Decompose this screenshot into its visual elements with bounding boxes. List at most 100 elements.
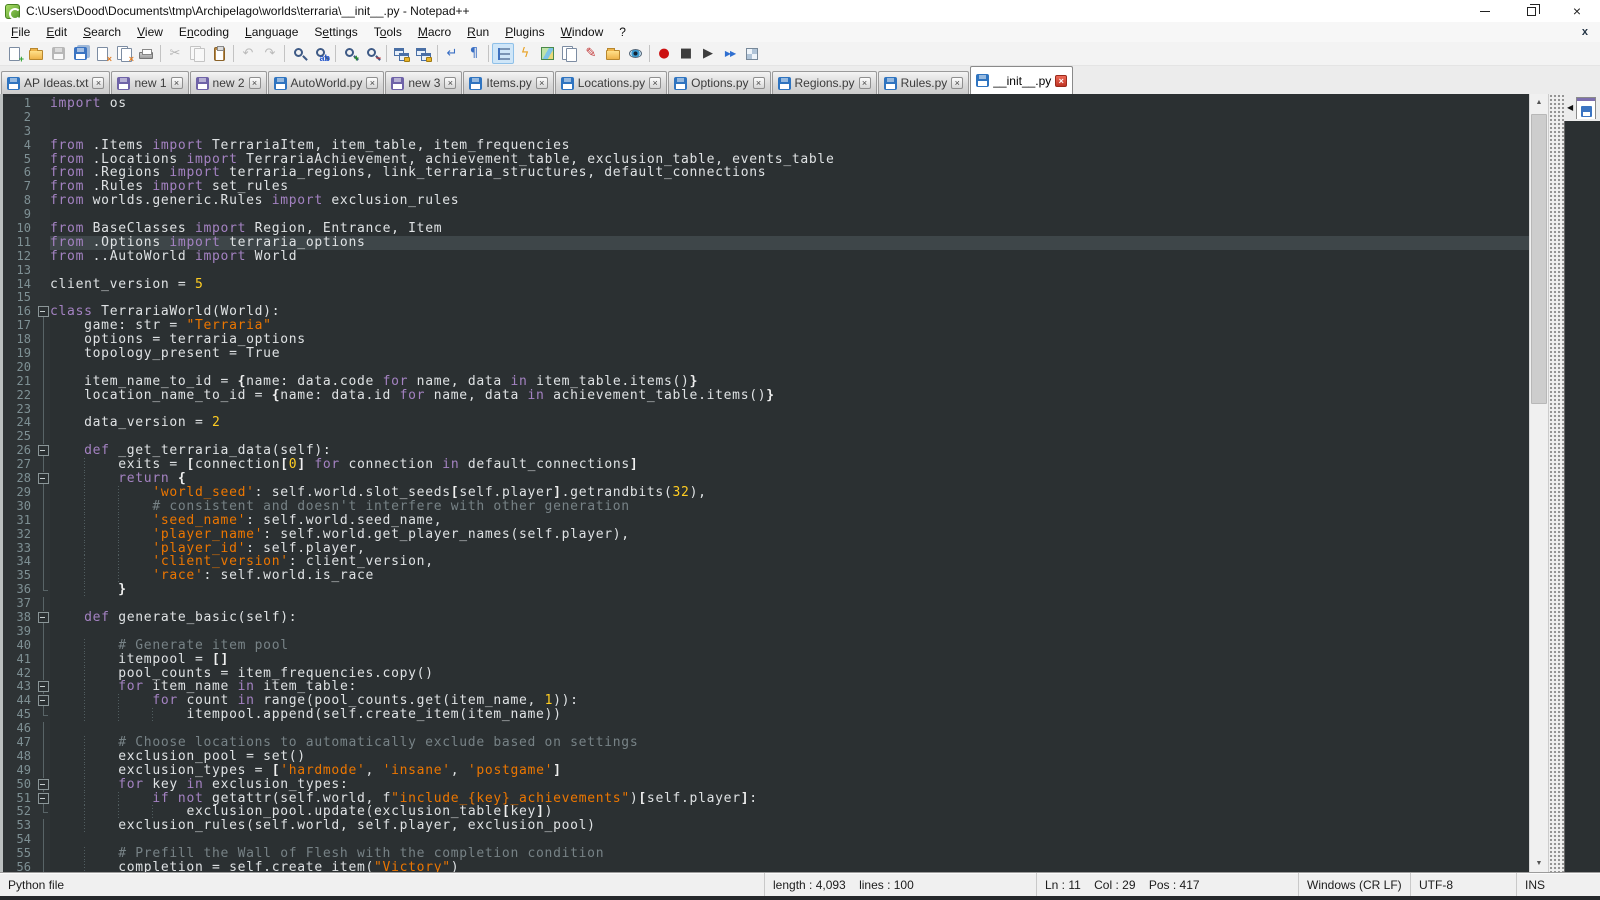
- tab-new-2[interactable]: new 2×: [190, 71, 267, 94]
- code-text[interactable]: [50, 403, 1529, 417]
- preview-icon[interactable]: [624, 43, 646, 64]
- menu-item-?[interactable]: ?: [611, 23, 634, 41]
- minimize-button[interactable]: [1462, 0, 1508, 22]
- code-text[interactable]: 'player_name': self.world.get_player_nam…: [50, 528, 1529, 542]
- code-text[interactable]: [50, 833, 1529, 847]
- code-text[interactable]: exclusion_rules(self.world, self.player,…: [50, 819, 1529, 833]
- document-map-icon[interactable]: [536, 43, 558, 64]
- document-list-icon[interactable]: [558, 43, 580, 64]
- close-file-icon[interactable]: ×: [91, 43, 113, 64]
- code-text[interactable]: for key in exclusion_types:: [50, 778, 1529, 792]
- fold-toggle-box[interactable]: [37, 694, 50, 708]
- code-text[interactable]: from ..AutoWorld import World: [50, 250, 1529, 264]
- code-text[interactable]: for item_name in item_table:: [50, 680, 1529, 694]
- menu-item-edit[interactable]: Edit: [38, 23, 75, 41]
- code-text[interactable]: from BaseClasses import Region, Entrance…: [50, 222, 1529, 236]
- code-text[interactable]: 'race': self.world.is_race: [50, 569, 1529, 583]
- sync-horizontal-scroll-icon[interactable]: [412, 43, 434, 64]
- fold-toggle-box[interactable]: [37, 611, 50, 625]
- tab-__init__.py[interactable]: __init__.py×: [970, 66, 1073, 94]
- code-text[interactable]: # consistent and doesn't interfere with …: [50, 500, 1529, 514]
- menu-item-tools[interactable]: Tools: [366, 23, 410, 41]
- replace-icon[interactable]: ab: [310, 43, 332, 64]
- code-text[interactable]: from .Locations import TerrariaAchieveme…: [50, 153, 1529, 167]
- show-indent-guide-icon[interactable]: [492, 43, 514, 64]
- code-text[interactable]: [50, 264, 1529, 278]
- menu-bar-close-x[interactable]: x: [1582, 26, 1600, 38]
- tab-close-icon[interactable]: ×: [536, 77, 548, 89]
- code-editor[interactable]: 1import os234from .Items import Terraria…: [3, 94, 1529, 872]
- menu-item-file[interactable]: File: [3, 23, 38, 41]
- folder-as-workspace-icon[interactable]: [602, 43, 624, 64]
- tab-scroll-left-icon[interactable]: ◀: [1567, 103, 1573, 112]
- code-text[interactable]: pool_counts = item_frequencies.copy(): [50, 667, 1529, 681]
- tab-locations.py[interactable]: Locations.py×: [555, 71, 667, 94]
- zoom-out-icon[interactable]: −: [361, 43, 383, 64]
- vertical-scrollbar[interactable]: ▲ ▼: [1529, 94, 1548, 872]
- save-macro-icon[interactable]: [741, 43, 763, 64]
- code-text[interactable]: [50, 430, 1529, 444]
- find-icon[interactable]: [288, 43, 310, 64]
- fold-toggle-box[interactable]: [37, 472, 50, 486]
- close-button[interactable]: ×: [1554, 0, 1600, 22]
- open-file-icon[interactable]: [25, 43, 47, 64]
- fold-toggle-box[interactable]: [37, 305, 50, 319]
- menu-item-window[interactable]: Window: [553, 23, 612, 41]
- code-text[interactable]: import os: [50, 97, 1529, 111]
- restore-button[interactable]: [1508, 0, 1554, 22]
- cut-icon[interactable]: ✂: [164, 43, 186, 64]
- scroll-up-arrow[interactable]: ▲: [1530, 94, 1548, 111]
- run-macro-multiple-icon[interactable]: ▶▶: [719, 43, 741, 64]
- code-text[interactable]: exclusion_pool.update(exclusion_table[ke…: [50, 805, 1529, 819]
- code-text[interactable]: [50, 111, 1529, 125]
- code-text[interactable]: from .Options import terraria_options: [50, 236, 1529, 250]
- save-icon[interactable]: [47, 43, 69, 64]
- tab-close-icon[interactable]: ×: [444, 77, 456, 89]
- code-text[interactable]: def generate_basic(self):: [50, 611, 1529, 625]
- code-text[interactable]: # Choose locations to automatically excl…: [50, 736, 1529, 750]
- tab-close-icon[interactable]: ×: [649, 77, 661, 89]
- zoom-in-icon[interactable]: +: [339, 43, 361, 64]
- tab-ap-ideas.txt[interactable]: AP Ideas.txt×: [1, 71, 110, 94]
- secondary-tab[interactable]: [1576, 97, 1596, 119]
- tab-close-icon[interactable]: ×: [951, 77, 963, 89]
- code-text[interactable]: itempool.append(self.create_item(item_na…: [50, 708, 1529, 722]
- tab-close-icon[interactable]: ×: [753, 77, 765, 89]
- menu-item-settings[interactable]: Settings: [306, 23, 365, 41]
- code-text[interactable]: for count in range(pool_counts.get(item_…: [50, 694, 1529, 708]
- code-text[interactable]: 'client_version': client_version,: [50, 555, 1529, 569]
- code-text[interactable]: location_name_to_id = {name: data.id for…: [50, 389, 1529, 403]
- code-text[interactable]: [50, 208, 1529, 222]
- playback-macro-icon[interactable]: ▶: [697, 43, 719, 64]
- code-text[interactable]: item_name_to_id = {name: data.code for n…: [50, 375, 1529, 389]
- code-text[interactable]: 'seed_name': self.world.seed_name,: [50, 514, 1529, 528]
- tab-regions.py[interactable]: Regions.py×: [772, 71, 877, 94]
- code-text[interactable]: from worlds.generic.Rules import exclusi…: [50, 194, 1529, 208]
- code-text[interactable]: class TerrariaWorld(World):: [50, 305, 1529, 319]
- code-text[interactable]: exclusion_types = ['hardmode', 'insane',…: [50, 764, 1529, 778]
- undo-icon[interactable]: ↶: [237, 43, 259, 64]
- code-text[interactable]: from .Items import TerrariaItem, item_ta…: [50, 139, 1529, 153]
- tab-close-icon[interactable]: ×: [366, 77, 378, 89]
- code-text[interactable]: exits = [connection[0] for connection in…: [50, 458, 1529, 472]
- redo-icon[interactable]: ↷: [259, 43, 281, 64]
- tab-autoworld.py[interactable]: AutoWorld.py×: [268, 71, 385, 94]
- code-text[interactable]: [50, 125, 1529, 139]
- code-text[interactable]: # Prefill the Wall of Flesh with the com…: [50, 847, 1529, 861]
- menu-item-plugins[interactable]: Plugins: [497, 23, 552, 41]
- stop-recording-icon[interactable]: ■: [675, 43, 697, 64]
- new-file-icon[interactable]: +: [3, 43, 25, 64]
- fold-toggle-box[interactable]: [37, 680, 50, 694]
- define-language-icon[interactable]: ✎: [580, 43, 602, 64]
- scroll-down-arrow[interactable]: ▼: [1530, 855, 1548, 872]
- tab-close-icon[interactable]: ×: [92, 77, 104, 89]
- menu-item-run[interactable]: Run: [459, 23, 497, 41]
- menu-item-search[interactable]: Search: [75, 23, 129, 41]
- word-wrap-icon[interactable]: ↵: [441, 43, 463, 64]
- close-all-icon[interactable]: ×: [113, 43, 135, 64]
- code-text[interactable]: def _get_terraria_data(self):: [50, 444, 1529, 458]
- code-text[interactable]: if not getattr(self.world, f"include_{ke…: [50, 792, 1529, 806]
- tab-rules.py[interactable]: Rules.py×: [878, 71, 970, 94]
- code-text[interactable]: # Generate item pool: [50, 639, 1529, 653]
- code-text[interactable]: exclusion_pool = set(): [50, 750, 1529, 764]
